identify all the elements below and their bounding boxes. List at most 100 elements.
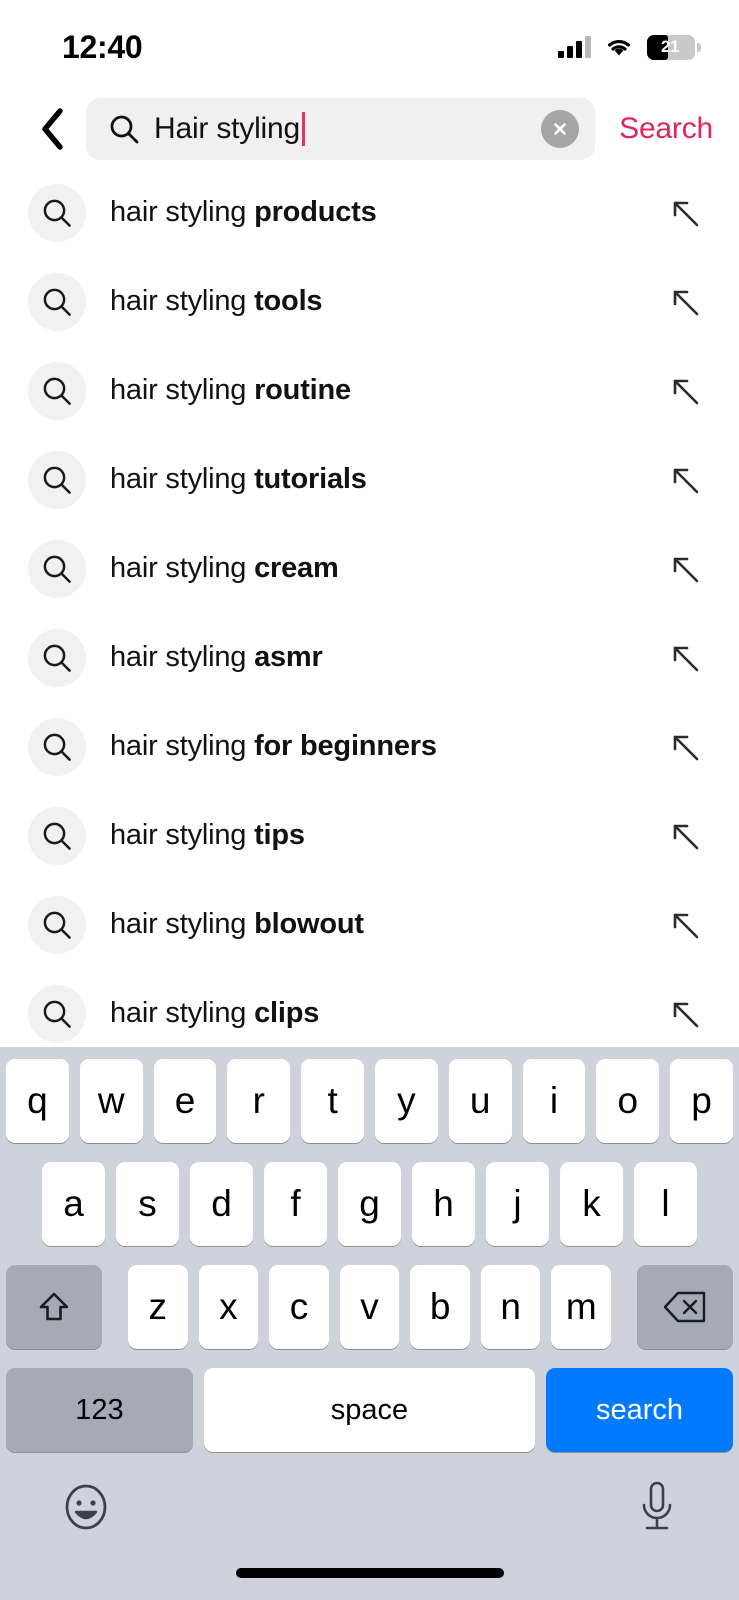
emoji-key[interactable]	[60, 1481, 112, 1538]
search-query-value: Hair styling	[154, 112, 300, 145]
key-v[interactable]: v	[339, 1265, 400, 1349]
space-key[interactable]: space	[204, 1368, 535, 1452]
return-search-key[interactable]: search	[546, 1368, 733, 1452]
suggestion-prefix: hair styling	[110, 908, 255, 940]
suggestion-completion: asmr	[254, 641, 323, 673]
suggestion-prefix: hair styling	[110, 997, 255, 1029]
keyboard-row-1: qwertyuiop	[0, 1059, 739, 1143]
shift-key[interactable]	[6, 1265, 102, 1349]
key-h[interactable]: h	[412, 1162, 475, 1246]
dictation-key[interactable]	[635, 1479, 679, 1540]
key-c[interactable]: c	[269, 1265, 329, 1349]
key-j[interactable]: j	[486, 1162, 549, 1246]
key-p[interactable]: p	[670, 1059, 733, 1143]
suggestion-label: hair styling tutorials	[110, 463, 663, 496]
arrow-up-left-icon[interactable]	[663, 191, 707, 235]
suggestion-completion: tutorials	[254, 463, 367, 495]
suggestion-completion: products	[254, 196, 377, 228]
suggestion-row[interactable]: hair styling for beginners	[0, 702, 739, 791]
clear-circle-icon	[554, 123, 566, 135]
suggestion-row[interactable]: hair styling tips	[0, 791, 739, 880]
search-icon	[28, 806, 86, 865]
key-i[interactable]: i	[522, 1059, 586, 1143]
suggestion-row[interactable]: hair styling tools	[0, 257, 739, 346]
back-button[interactable]	[28, 102, 76, 156]
battery-level-label: 21	[660, 37, 680, 56]
suggestion-row[interactable]: hair styling clips	[0, 969, 739, 1047]
status-indicators: 21	[558, 34, 701, 60]
key-k[interactable]: k	[560, 1162, 623, 1246]
suggestion-row[interactable]: hair styling products	[0, 168, 739, 257]
shift-arrow-up-icon	[39, 1292, 69, 1321]
suggestion-label: hair styling tips	[110, 819, 663, 852]
search-icon	[28, 895, 86, 954]
suggestion-row[interactable]: hair styling routine	[0, 346, 739, 435]
arrow-up-left-icon[interactable]	[663, 547, 707, 591]
suggestion-prefix: hair styling	[110, 285, 255, 317]
chevron-left-icon	[42, 108, 63, 150]
key-o[interactable]: o	[596, 1059, 660, 1143]
suggestion-label: hair styling blowout	[110, 908, 663, 941]
search-input[interactable]: Hair styling	[86, 98, 596, 160]
key-w[interactable]: w	[79, 1059, 143, 1143]
keyboard-row-4: 123 space search	[0, 1368, 739, 1452]
suggestion-label: hair styling cream	[110, 552, 663, 585]
suggestion-row[interactable]: hair styling tutorials	[0, 435, 739, 524]
numbers-key[interactable]: 123	[6, 1368, 193, 1452]
key-x[interactable]: x	[198, 1265, 259, 1349]
suggestion-prefix: hair styling	[110, 552, 255, 584]
arrow-up-left-icon[interactable]	[663, 280, 707, 324]
on-screen-keyboard[interactable]: qwertyuiop asdfghjkl zxcvbnm 123 space s…	[0, 1047, 739, 1600]
search-submit-button[interactable]: Search	[605, 112, 717, 146]
key-u[interactable]: u	[448, 1059, 512, 1143]
text-cursor	[301, 112, 305, 146]
suggestion-completion: routine	[254, 374, 351, 406]
key-r[interactable]: r	[227, 1059, 291, 1143]
key-d[interactable]: d	[190, 1162, 253, 1246]
arrow-up-left-icon[interactable]	[663, 992, 707, 1036]
status-bar: 12:40 21	[0, 0, 739, 88]
backspace-delete-icon	[663, 1291, 706, 1323]
arrow-up-left-icon[interactable]	[663, 636, 707, 680]
suggestion-row[interactable]: hair styling asmr	[0, 613, 739, 702]
key-b[interactable]: b	[410, 1265, 470, 1349]
key-g[interactable]: g	[338, 1162, 401, 1246]
key-z[interactable]: z	[128, 1265, 188, 1349]
suggestion-completion: cream	[254, 552, 339, 584]
suggestion-prefix: hair styling	[110, 641, 255, 673]
status-time: 12:40	[62, 28, 143, 65]
key-m[interactable]: m	[551, 1265, 612, 1349]
suggestion-prefix: hair styling	[110, 463, 255, 495]
key-q[interactable]: q	[6, 1059, 69, 1143]
suggestion-row[interactable]: hair styling cream	[0, 524, 739, 613]
suggestion-prefix: hair styling	[110, 730, 255, 762]
arrow-up-left-icon[interactable]	[663, 458, 707, 502]
key-n[interactable]: n	[480, 1265, 541, 1349]
search-icon	[108, 113, 140, 145]
arrow-up-left-icon[interactable]	[663, 903, 707, 947]
suggestion-completion: clips	[254, 997, 320, 1029]
arrow-up-left-icon[interactable]	[663, 369, 707, 413]
search-icon	[28, 539, 86, 598]
search-suggestions-list[interactable]: hair styling products hair styling tools h…	[0, 168, 739, 1047]
key-s[interactable]: s	[116, 1162, 179, 1246]
suggestion-label: hair styling tools	[110, 285, 663, 318]
delete-key[interactable]	[637, 1265, 733, 1349]
key-y[interactable]: y	[375, 1059, 438, 1143]
key-t[interactable]: t	[301, 1059, 364, 1143]
suggestion-completion: tools	[254, 285, 323, 317]
arrow-up-left-icon[interactable]	[663, 814, 707, 858]
key-a[interactable]: a	[42, 1162, 105, 1246]
suggestion-label: hair styling routine	[110, 374, 663, 407]
arrow-up-left-icon[interactable]	[663, 725, 707, 769]
key-f[interactable]: f	[264, 1162, 327, 1246]
key-e[interactable]: e	[153, 1059, 217, 1143]
suggestion-prefix: hair styling	[110, 374, 255, 406]
wifi-icon	[604, 36, 634, 58]
suggestion-label: hair styling products	[110, 196, 663, 229]
key-l[interactable]: l	[634, 1162, 697, 1246]
keyboard-row-3-letters: zxcvbnm	[128, 1265, 612, 1349]
suggestion-completion: for beginners	[254, 730, 437, 762]
clear-search-button[interactable]	[541, 110, 580, 148]
suggestion-row[interactable]: hair styling blowout	[0, 880, 739, 969]
